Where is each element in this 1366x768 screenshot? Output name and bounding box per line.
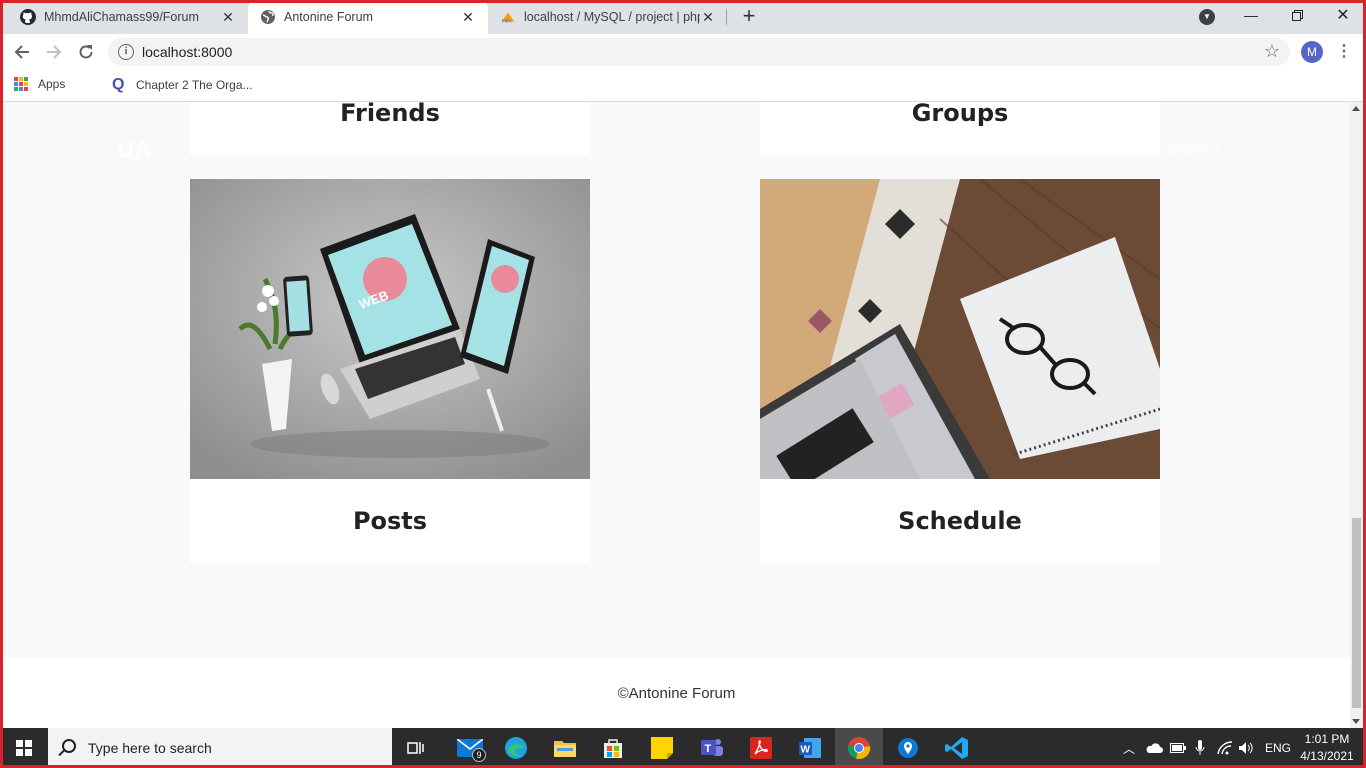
vscode-icon[interactable] <box>933 728 981 768</box>
tab-github[interactable]: MhmdAliChamass99/Forum ✕ <box>8 0 248 34</box>
card-title: Posts <box>352 507 428 535</box>
site-footer: ©Antonine Forum <box>3 658 1350 728</box>
profile-avatar[interactable]: M <box>1301 41 1323 63</box>
close-icon[interactable]: ✕ <box>220 9 236 25</box>
bookmark-label: Apps <box>38 77 66 91</box>
reload-button[interactable] <box>74 40 98 64</box>
tab-separator <box>726 9 727 25</box>
minimize-button[interactable]: — <box>1228 0 1274 30</box>
nav-link-works[interactable]: WORKS <box>1163 142 1220 159</box>
show-hidden-icons[interactable]: ︿ <box>1120 728 1138 768</box>
svg-text:W: W <box>801 745 811 756</box>
card-title: Friends <box>340 102 440 127</box>
tab-phpmyadmin[interactable]: PMA localhost / MySQL / project | php ✕ <box>488 0 728 34</box>
bookmark-label: Chapter 2 The Orga... <box>136 78 253 92</box>
task-view-icon[interactable] <box>392 728 440 768</box>
tab-title: localhost / MySQL / project | php <box>524 10 700 24</box>
forward-button[interactable] <box>42 40 66 64</box>
sticky-notes-icon[interactable] <box>638 728 686 768</box>
wifi-icon[interactable] <box>1215 728 1235 768</box>
tab-title: MhmdAliChamass99/Forum <box>44 10 199 24</box>
clock-time: 1:01 PM <box>1304 732 1350 746</box>
card-friends[interactable]: Friends <box>190 102 590 155</box>
clock-date: 4/13/2021 <box>1300 749 1354 763</box>
apps-grid-icon <box>14 77 28 91</box>
close-window-button[interactable]: ✕ <box>1320 0 1366 30</box>
svg-text:PMA: PMA <box>502 18 513 23</box>
scroll-thumb[interactable] <box>1352 518 1361 708</box>
laptop-notebook-desk-image <box>760 179 1160 479</box>
globe-icon <box>260 9 276 25</box>
close-icon[interactable]: ✕ <box>460 9 476 25</box>
store-icon[interactable] <box>589 728 637 768</box>
maps-icon[interactable] <box>884 728 932 768</box>
bookmark-chapter-2[interactable]: Q Chapter 2 The Orga... <box>112 77 253 93</box>
tab-title: Antonine Forum <box>284 10 373 24</box>
reload-icon <box>79 45 93 59</box>
svg-text:T: T <box>705 743 712 755</box>
search-icon <box>62 739 76 753</box>
floating-devices-image: WEB <box>190 179 590 479</box>
new-tab-button[interactable]: + <box>737 5 761 29</box>
taskbar-search-box[interactable]: Type here to search <box>48 728 392 768</box>
arrow-left-icon <box>14 45 29 59</box>
windows-taskbar: Type here to search 9 T W ︿ ENG 1:01 PM … <box>0 728 1366 768</box>
address-bar[interactable]: i localhost:8000 ☆ <box>108 38 1290 66</box>
bookmark-apps[interactable]: Apps <box>14 77 65 91</box>
close-icon[interactable]: ✕ <box>700 9 716 25</box>
github-icon <box>20 9 36 25</box>
taskbar-clock[interactable]: 1:01 PM 4/13/2021 <box>1296 731 1358 765</box>
footer-copyright: ©Antonine Forum <box>617 685 736 702</box>
card-groups[interactable]: Groups <box>760 102 1160 155</box>
tab-search-icon[interactable]: ▼ <box>1199 9 1215 25</box>
scroll-down-icon[interactable] <box>1352 719 1360 724</box>
mail-icon[interactable]: 9 <box>446 728 494 768</box>
card-schedule[interactable]: Schedule <box>760 179 1160 563</box>
quizlet-icon: Q <box>112 76 125 93</box>
start-button[interactable] <box>0 728 48 768</box>
card-title: Schedule <box>898 507 1022 535</box>
browser-toolbar: i localhost:8000 ☆ <box>0 34 1366 70</box>
search-placeholder: Type here to search <box>88 740 212 756</box>
teams-icon[interactable]: T <box>688 728 736 768</box>
url-text[interactable]: localhost:8000 <box>142 44 232 60</box>
restore-button[interactable] <box>1274 0 1320 30</box>
scroll-up-icon[interactable] <box>1352 106 1360 111</box>
acrobat-icon[interactable] <box>737 728 785 768</box>
tab-strip: MhmdAliChamass99/Forum ✕ Antonine Forum … <box>0 0 1366 34</box>
card-title: Groups <box>911 102 1009 127</box>
browser-menu-icon[interactable]: ⋮ <box>1336 42 1352 62</box>
bookmarks-bar: Apps Q Chapter 2 The Orga... <box>0 70 1366 102</box>
back-button[interactable] <box>10 40 34 64</box>
volume-icon[interactable] <box>1237 728 1255 768</box>
file-explorer-icon[interactable] <box>541 728 589 768</box>
arrow-right-icon <box>47 45 62 59</box>
microphone-icon[interactable] <box>1191 728 1209 768</box>
word-icon[interactable]: W <box>786 728 834 768</box>
page-scrollbar[interactable] <box>1350 102 1363 728</box>
chrome-icon[interactable] <box>835 728 883 768</box>
mail-badge: 9 <box>472 748 486 762</box>
edge-icon[interactable] <box>492 728 540 768</box>
battery-icon[interactable] <box>1168 728 1188 768</box>
info-icon[interactable]: i <box>118 44 134 60</box>
tab-antonine-forum[interactable]: Antonine Forum ✕ <box>248 0 488 34</box>
site-logo[interactable]: UA <box>117 136 152 164</box>
language-indicator[interactable]: ENG <box>1262 728 1294 768</box>
onedrive-icon[interactable] <box>1143 728 1165 768</box>
card-posts[interactable]: WEB Posts <box>190 179 590 563</box>
restore-icon <box>1291 9 1303 21</box>
page-content: UA WORKS Friends Groups WEB Posts Schedu… <box>3 102 1350 728</box>
windows-logo-icon <box>16 740 32 756</box>
phpmyadmin-icon: PMA <box>500 9 516 25</box>
bookmark-star-icon[interactable]: ☆ <box>1264 41 1280 62</box>
